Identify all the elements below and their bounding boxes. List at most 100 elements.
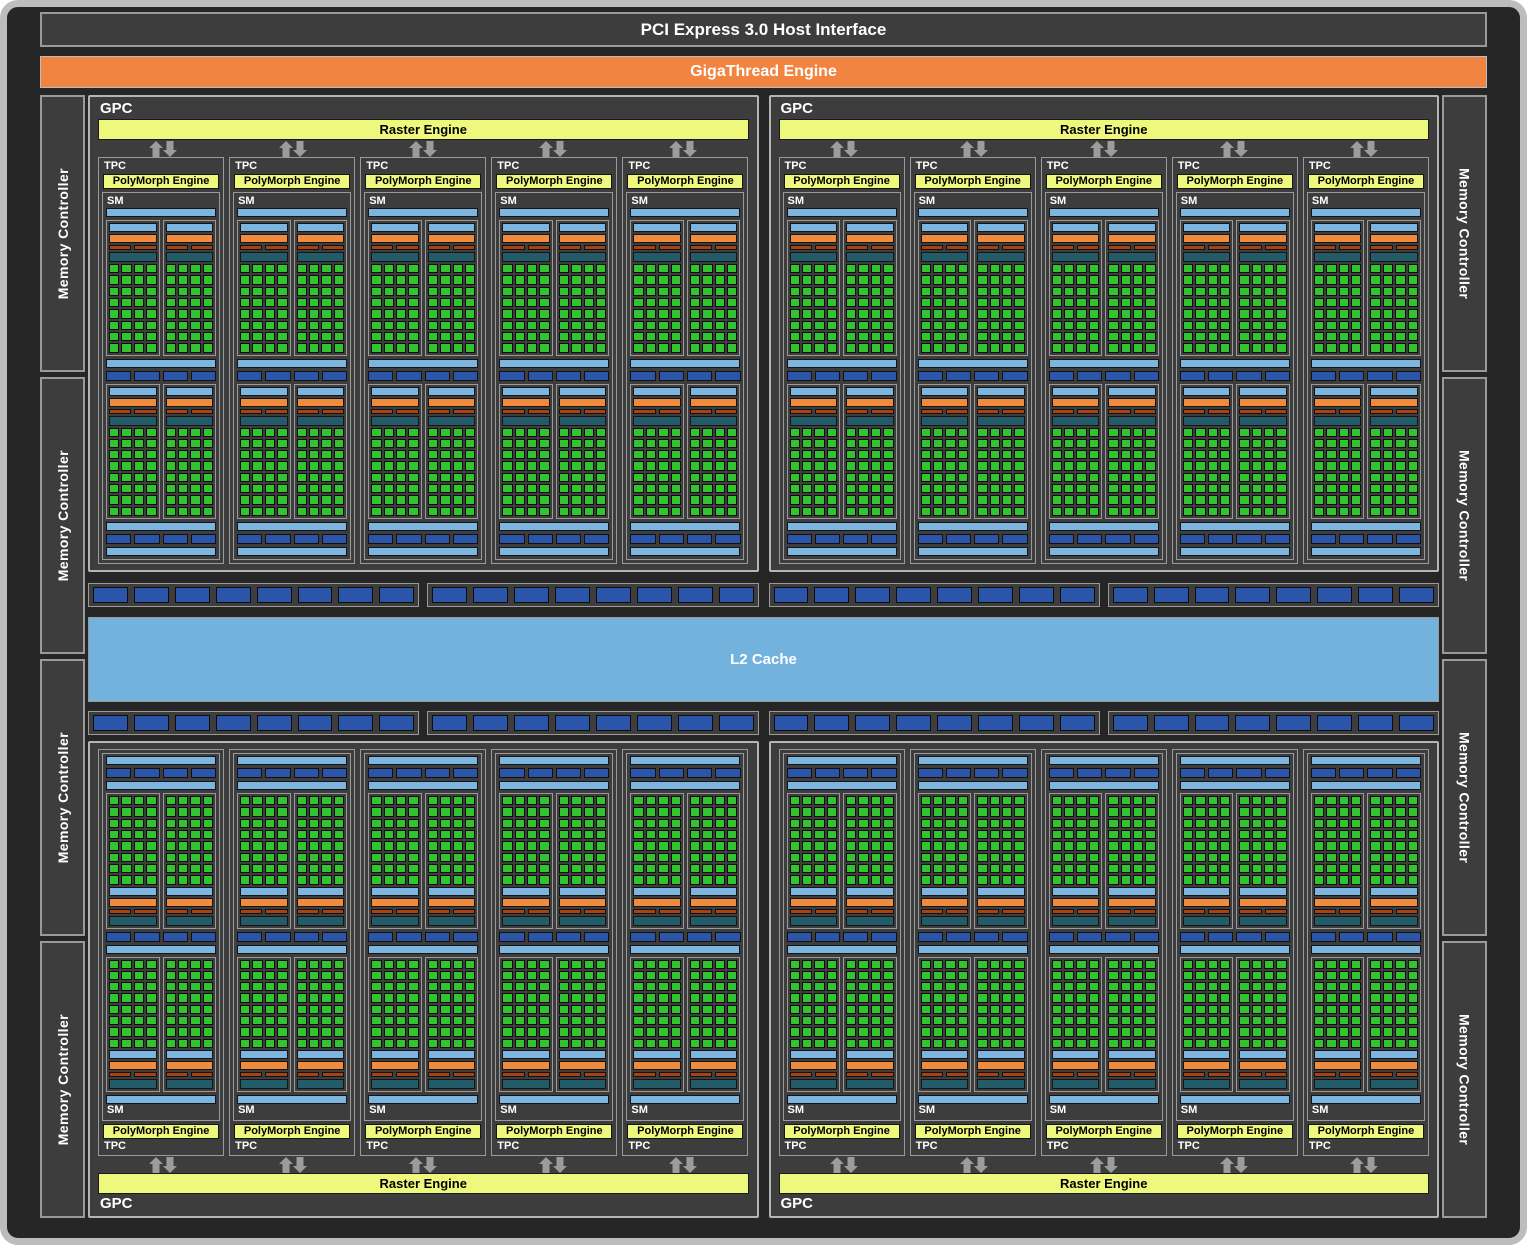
cuda-core [384,1005,394,1014]
cuda-core [465,287,475,296]
cuda-core [134,461,144,470]
cuda-core [440,321,450,330]
cuda-core [1314,343,1324,352]
cuda-core [1264,1039,1274,1048]
cuda-core [671,841,681,850]
cuda-core [166,819,176,828]
cuda-core [1252,321,1262,330]
dispatch-units-row [502,909,550,914]
cuda-core [802,830,812,839]
cuda-core [203,507,213,516]
tpc-label: TPC [1307,1140,1425,1153]
cuda-core [990,796,1000,805]
cuda-core [1052,428,1062,437]
cuda-core [858,971,868,980]
cuda-core [715,275,725,284]
cuda-core-grid [977,796,1025,885]
cuda-core [539,321,549,330]
cuda-core [1052,473,1062,482]
cuda-core [515,332,525,341]
texture-unit-bar [630,756,740,765]
cuda-core [334,439,344,448]
cuda-core [871,287,881,296]
cuda-core [871,864,881,873]
cuda-core [297,332,307,341]
cuda-core [977,332,987,341]
cuda-core [1145,507,1155,516]
register-file-bar [1314,416,1362,426]
dispatch-units-row [846,1072,894,1077]
cuda-core [527,875,537,884]
cuda-core [814,993,824,1002]
cuda-core [1002,971,1012,980]
load-store-unit [974,534,999,544]
cuda-core [990,461,1000,470]
cuda-core [277,853,287,862]
sm-label: SM [1049,195,1159,208]
cuda-core [121,819,131,828]
cuda-core [646,332,656,341]
cuda-core [702,275,712,284]
cuda-core [146,796,156,805]
instruction-cache-bar [918,1095,1028,1104]
cuda-core [671,461,681,470]
cuda-core [1195,960,1205,969]
l2-slice [978,715,1013,731]
load-store-unit [1180,371,1205,381]
cuda-core [178,264,188,273]
load-store-unit-row [787,371,897,381]
cuda-core [502,321,512,330]
cuda-core [502,971,512,980]
cuda-core [702,796,712,805]
main-area: Memory ControllerMemory ControllerMemory… [40,95,1487,1218]
load-store-unit [687,932,712,942]
shared-memory-bar [787,781,897,790]
cuda-core [1076,287,1086,296]
sm-panel: SM [914,753,1032,1121]
cuda-core [440,264,450,273]
cuda-core [715,960,725,969]
dispatch-unit-bar [297,245,319,250]
cuda-core [1339,507,1349,516]
cuda-core-grid [1052,428,1100,517]
processing-block [368,793,422,929]
cuda-core [178,960,188,969]
cuda-core [814,450,824,459]
tpc-label: TPC [233,1140,351,1153]
cuda-core [252,819,262,828]
cuda-core [633,450,643,459]
cuda-core [134,484,144,493]
register-file-bar [921,416,969,426]
cuda-core [190,971,200,980]
cuda-core [1108,287,1118,296]
cuda-core [265,484,275,493]
cuda-core [178,1016,188,1025]
cuda-core [190,819,200,828]
tpc-panel: TPCPolyMorph EngineSM [360,157,486,564]
instruction-buffer-bar [371,1050,419,1059]
load-store-unit [843,534,868,544]
l2-slice [1235,715,1270,731]
cuda-core [1351,1005,1361,1014]
cuda-core [371,439,381,448]
dispatch-units-row [166,1072,214,1077]
cuda-core [727,1016,737,1025]
cuda-core [309,993,319,1002]
warp-scheduler-bar [1052,234,1100,243]
cuda-core [1370,830,1380,839]
cuda-core [1208,309,1218,318]
cuda-core [671,1027,681,1036]
cuda-core [671,1016,681,1025]
load-store-unit [396,768,421,778]
cuda-core [846,309,856,318]
cuda-core [1002,428,1012,437]
cuda-core [690,287,700,296]
processing-block-pair [499,384,609,520]
cuda-core [921,1005,931,1014]
cuda-core [1121,1016,1131,1025]
cuda-core [596,853,606,862]
cuda-core [1326,971,1336,980]
processing-block [1049,384,1103,520]
processing-block [1105,220,1159,356]
dispatch-unit-bar [690,909,712,914]
